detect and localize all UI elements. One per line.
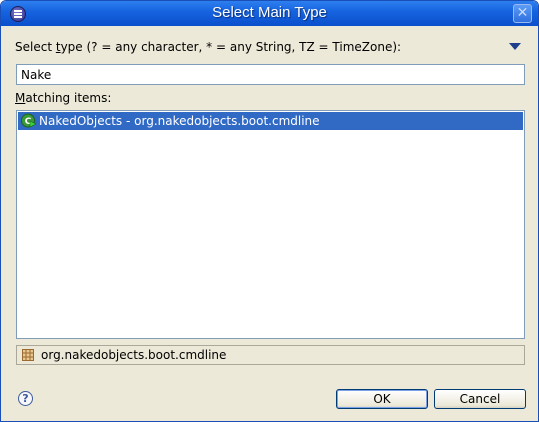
view-menu-dropdown-icon[interactable] [509, 43, 521, 50]
type-prompt-label: Select type (? = any character, * = any … [15, 40, 401, 54]
matching-items-label: Matching items: [15, 91, 111, 105]
close-button[interactable]: ✕ [513, 4, 532, 23]
dialog-title: Select Main Type [212, 4, 327, 21]
help-icon[interactable]: ? [18, 391, 33, 406]
list-item[interactable]: C NakedObjects - org.nakedobjects.boot.c… [18, 112, 523, 130]
cancel-button[interactable]: Cancel [434, 389, 526, 409]
matching-label-rest: atching items: [25, 91, 112, 105]
title-bar[interactable]: Select Main Type ✕ [1, 1, 538, 26]
list-item-label: NakedObjects - org.nakedobjects.boot.cmd… [39, 114, 320, 128]
selected-type-details: org.nakedobjects.boot.cmdline [16, 345, 525, 365]
package-name: org.nakedobjects.boot.cmdline [41, 348, 227, 362]
matching-items-list[interactable]: C NakedObjects - org.nakedobjects.boot.c… [16, 110, 525, 339]
type-search-input[interactable] [16, 64, 525, 85]
ok-button[interactable]: OK [336, 389, 428, 409]
dialog-body: Select type (? = any character, * = any … [2, 26, 537, 421]
package-icon [22, 349, 34, 361]
dialog-window: Select Main Type ✕ Select type (? = any … [0, 0, 539, 422]
prompt-label-rest: ype (? = any character, * = any String, … [60, 40, 402, 54]
class-with-main-icon: C [21, 113, 36, 128]
prompt-label-start: Select [15, 40, 56, 54]
matching-label-mnemonic: M [15, 91, 26, 105]
